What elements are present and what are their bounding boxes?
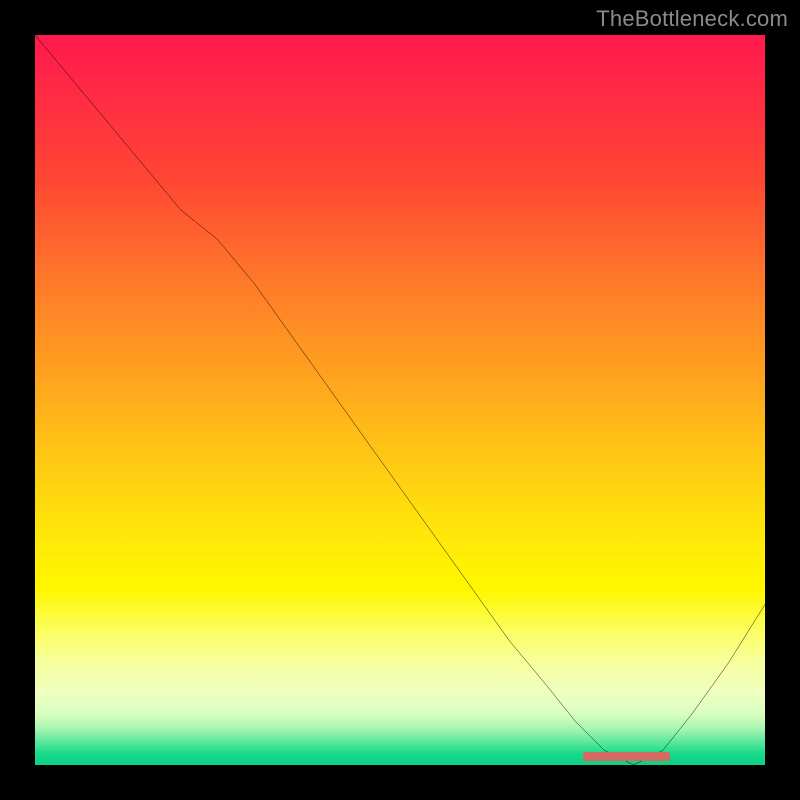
plot-area: [35, 35, 765, 765]
background-gradient: [35, 35, 765, 765]
optimal-range-marker: [583, 752, 671, 761]
watermark-label: TheBottleneck.com: [596, 6, 788, 32]
chart-frame: TheBottleneck.com: [0, 0, 800, 800]
